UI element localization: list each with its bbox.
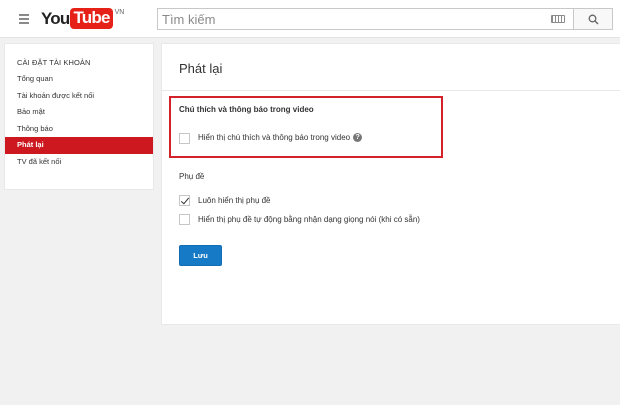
account-settings-sidebar: CÀI ĐẶT TÀI KHOẢN Tổng quan Tài khoản đư… [4,43,154,190]
hamburger-menu-icon[interactable] [19,14,29,24]
always-show-subtitles-checkbox[interactable] [179,195,190,206]
logo-region-label: VN [114,9,125,16]
help-icon[interactable]: ? [353,133,363,142]
sidebar-item-connected-tvs[interactable]: TV đã kết nối [5,154,153,171]
title-divider [162,90,620,91]
annotations-heading: Chú thích và thông báo trong video [179,105,314,114]
subtitles-heading: Phụ đề [179,172,205,181]
sidebar-item-privacy[interactable]: Bảo mật [5,104,153,121]
youtube-logo[interactable]: You Tube VN [41,8,124,30]
logo-you-text: You [41,9,70,28]
search-input[interactable] [162,9,542,29]
keyboard-icon[interactable] [551,15,565,23]
annotations-option-label: Hiển thị chú thích và thông báo trong vi… [198,133,351,142]
annotations-option: Hiển thị chú thích và thông báo trong vi… [198,133,363,142]
sidebar-item-connected-accounts[interactable]: Tài khoản được kết nối [5,88,153,105]
annotations-checkbox[interactable] [179,133,190,144]
sidebar-item-playback[interactable]: Phát lại [5,137,153,154]
playback-settings-panel: Phát lại Chú thích và thông báo trong vi… [161,43,620,325]
save-button[interactable]: Lưu [179,245,222,266]
sidebar-list: Tổng quan Tài khoản được kết nối Bảo mật… [5,71,153,170]
search-box [157,8,573,30]
sidebar-heading: CÀI ĐẶT TÀI KHOẢN [17,58,91,67]
search-icon [588,14,599,25]
auto-captions-label: Hiển thị phụ đề tự động bằng nhận dạng g… [198,215,420,224]
page-title: Phát lại [179,61,223,76]
top-header: You Tube VN [0,0,620,38]
always-show-subtitles-label: Luôn hiển thị phụ đề [198,196,271,205]
sidebar-item-overview[interactable]: Tổng quan [5,71,153,88]
logo-tube-text: Tube [70,8,113,29]
auto-captions-checkbox[interactable] [179,214,190,225]
search-button[interactable] [573,8,613,30]
sidebar-item-notifications[interactable]: Thông báo [5,121,153,138]
